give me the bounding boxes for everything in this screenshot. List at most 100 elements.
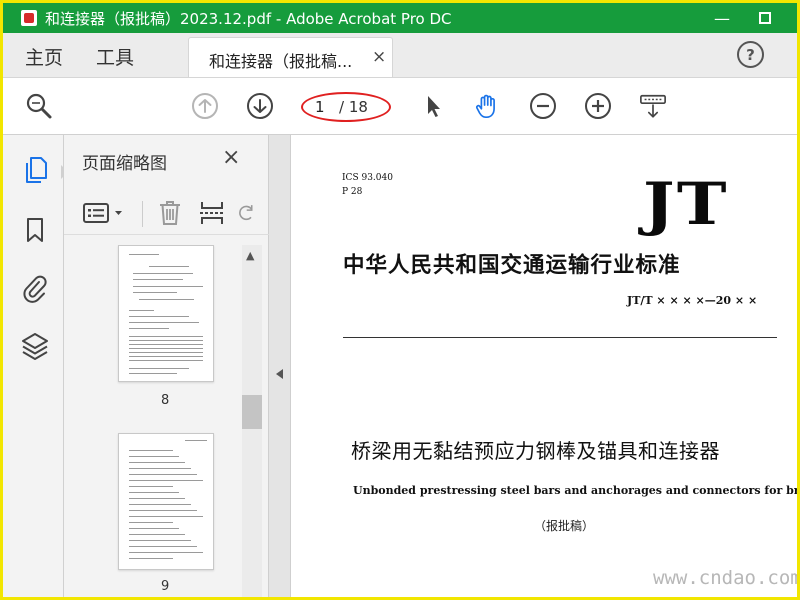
page-thumbnails-panel: 页面缩略图 × 8 9 ▲: [64, 135, 269, 597]
thumbnail-text-line: [129, 522, 173, 523]
thumbnail-text-line: [129, 486, 173, 487]
document-page: ICS 93.040 P 28 JT 中华人民共和国交通运输行业标准 JT/T …: [291, 135, 797, 597]
thumbnail-text-line: [129, 492, 179, 493]
zoom-out-icon[interactable]: [529, 92, 557, 120]
thumbnail-text-line: [129, 474, 197, 475]
thumbnail-text-line: [129, 510, 197, 511]
help-icon[interactable]: ?: [737, 41, 764, 68]
thumbnail-text-line: [129, 462, 185, 463]
document-tab-label: 和连接器（报批稿...: [209, 52, 353, 71]
window-title: 和连接器（报批稿）2023.12.pdf - Adobe Acrobat Pro…: [45, 9, 452, 28]
thumbnail-text-line: [129, 528, 179, 529]
thumbnail-list: 8 9: [64, 245, 242, 597]
thumbnail-text-line: [129, 316, 189, 317]
select-arrow-icon[interactable]: [419, 92, 447, 120]
thumbnail-text-line: [129, 336, 203, 337]
title-bar: 和连接器（报批稿）2023.12.pdf - Adobe Acrobat Pro…: [3, 3, 797, 33]
rotate-page-icon[interactable]: [236, 199, 256, 227]
menu-home[interactable]: 主页: [25, 43, 63, 70]
scroll-mode-icon[interactable]: [639, 92, 667, 120]
thumbnail-text-line: [133, 286, 203, 287]
zoom-in-icon[interactable]: [584, 92, 612, 120]
thumbnail-text-line: [149, 266, 189, 267]
close-panel-icon[interactable]: ×: [222, 145, 240, 170]
thumbnail-text-line: [129, 546, 197, 547]
document-title-en: Unbonded prestressing steel bars and anc…: [353, 484, 797, 497]
standard-title: 中华人民共和国交通运输行业标准: [343, 253, 681, 278]
tab-bar: 主页 工具 和连接器（报批稿... × ?: [3, 33, 797, 77]
thumbnail-text-line: [129, 540, 191, 541]
page-total: / 18: [339, 98, 368, 116]
hand-icon[interactable]: [473, 92, 501, 120]
thumbnail-options-icon[interactable]: [82, 199, 126, 227]
close-tab-icon[interactable]: ×: [372, 47, 386, 67]
page-up-icon[interactable]: [191, 92, 219, 120]
page-down-icon[interactable]: [246, 92, 274, 120]
page-number-input[interactable]: [313, 97, 335, 117]
bookmark-icon[interactable]: [21, 215, 49, 245]
collapse-panel-icon[interactable]: [276, 369, 283, 379]
thumbnail-text-line: [129, 504, 191, 505]
layers-icon[interactable]: [21, 331, 49, 361]
thumbnail-text-line: [133, 279, 183, 280]
thumbnail-text-line: [129, 534, 185, 535]
minimize-button[interactable]: —: [700, 3, 744, 33]
thumbnail-text-line: [129, 310, 154, 311]
thumbnail-text-line: [129, 552, 203, 553]
page-thumbnail[interactable]: [118, 433, 214, 570]
thumbnail-text-line: [129, 498, 185, 499]
title-divider: [343, 337, 777, 338]
thumbnail-text-line: [133, 273, 193, 274]
left-navigation-rail: [3, 135, 68, 597]
thumbnail-text-line: [133, 292, 177, 293]
thumbnail-text-line: [129, 340, 203, 341]
category-code: P 28: [342, 187, 363, 197]
thumbnail-text-line: [129, 344, 203, 345]
page-thumbnail-number: 9: [161, 579, 170, 594]
standard-number: JT/T × × × ×—20 × ×: [627, 294, 758, 307]
document-tab[interactable]: 和连接器（报批稿... ×: [188, 37, 393, 77]
zoom-search-icon[interactable]: [25, 92, 53, 120]
thumbnail-text-line: [129, 356, 203, 357]
thumbnail-text-line: [129, 352, 203, 353]
thumbnail-text-line: [129, 368, 189, 369]
thumbnail-text-line: [185, 440, 207, 441]
thumbnail-text-line: [129, 348, 203, 349]
pages-icon[interactable]: [21, 155, 49, 185]
thumbnail-text-line: [139, 299, 194, 300]
draft-note: （报批稿）: [534, 519, 595, 533]
page-thumbnail[interactable]: [118, 245, 214, 382]
thumbnail-text-line: [129, 480, 203, 481]
attachment-icon[interactable]: [21, 273, 49, 303]
extract-page-icon[interactable]: [198, 199, 226, 227]
thumbnail-text-line: [129, 558, 173, 559]
main-toolbar: / 18: [3, 77, 797, 135]
panel-title: 页面缩略图: [82, 154, 167, 174]
thumbnail-toolbar: [64, 193, 269, 235]
maximize-button[interactable]: [743, 3, 787, 33]
thumbnail-text-line: [129, 254, 159, 255]
scrollbar-thumb[interactable]: [242, 395, 262, 429]
thumbnail-text-line: [129, 322, 199, 323]
thumbnail-text-line: [129, 328, 169, 329]
delete-page-icon[interactable]: [156, 199, 184, 227]
thumbnail-text-line: [129, 373, 177, 374]
page-thumbnail-number: 8: [161, 393, 170, 408]
scroll-up-icon[interactable]: ▲: [246, 249, 254, 262]
jt-logo: JT: [643, 170, 729, 238]
ics-code: ICS 93.040: [342, 173, 393, 183]
thumbnail-text-line: [129, 450, 173, 451]
thumbnail-text-line: [129, 468, 191, 469]
page-navigator: / 18: [301, 92, 391, 122]
menu-tools[interactable]: 工具: [96, 43, 134, 70]
watermark: www.cndao.com: [653, 567, 797, 589]
thumbnail-text-line: [129, 360, 203, 361]
minimize-icon: —: [714, 8, 730, 28]
document-title-cn: 桥梁用无黏结预应力钢棒及锚具和连接器: [351, 439, 720, 463]
toolbar-divider: [142, 201, 143, 227]
acrobat-app-icon: [21, 10, 37, 26]
thumbnail-text-line: [129, 456, 179, 457]
thumbnail-scrollbar[interactable]: ▲: [242, 245, 262, 597]
panel-splitter[interactable]: [269, 135, 291, 597]
thumbnail-text-line: [129, 516, 203, 517]
